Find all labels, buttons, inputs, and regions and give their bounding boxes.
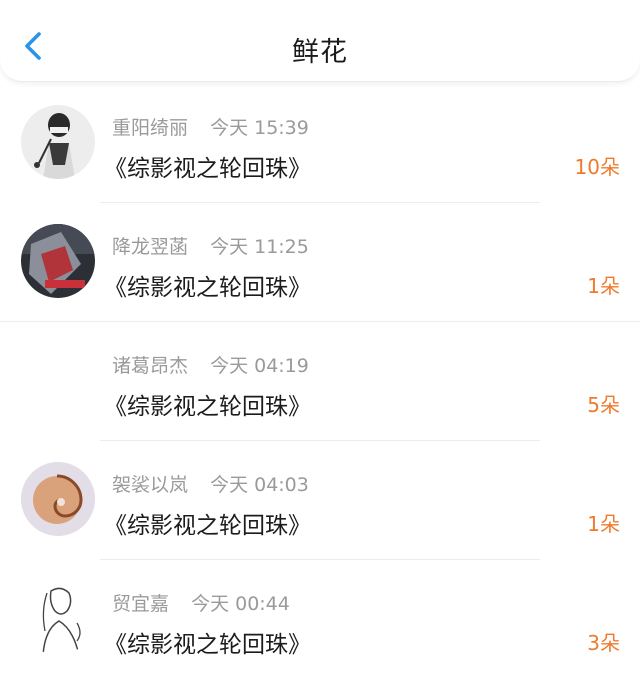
avatar[interactable]	[21, 224, 95, 298]
flower-count: 1朵	[587, 274, 620, 298]
user-name: 贸宜嘉	[112, 593, 170, 615]
book-title: 《综影视之轮回珠》	[104, 394, 311, 420]
user-name: 诸葛昂杰	[112, 355, 189, 377]
timestamp: 今天 15:39	[210, 117, 309, 139]
flower-count: 5朵	[587, 393, 620, 417]
flower-count: 10朵	[574, 155, 620, 179]
timestamp: 今天 11:25	[210, 236, 309, 258]
avatar[interactable]	[21, 581, 95, 655]
avatar[interactable]	[21, 462, 95, 536]
book-title: 《综影视之轮回珠》	[104, 156, 311, 182]
page-title: 鲜花	[292, 37, 348, 68]
timestamp: 今天 00:44	[191, 593, 290, 615]
flower-list: 重阳绮丽 今天 15:39 《综影视之轮回珠》 10朵 降龙翌菡 今天 11:2…	[0, 84, 640, 679]
avatar[interactable]	[21, 105, 95, 179]
list-item[interactable]: 袈裟以岚 今天 04:03 《综影视之轮回珠》 1朵	[0, 441, 640, 560]
list-item[interactable]: 重阳绮丽 今天 15:39 《综影视之轮回珠》 10朵	[0, 84, 640, 203]
user-name: 重阳绮丽	[112, 117, 189, 139]
book-title: 《综影视之轮回珠》	[104, 632, 311, 658]
user-name: 降龙翌菡	[112, 236, 189, 258]
timestamp: 今天 04:19	[210, 355, 309, 377]
avatar[interactable]	[21, 343, 95, 417]
flower-count: 1朵	[587, 512, 620, 536]
list-item[interactable]: 诸葛昂杰 今天 04:19 《综影视之轮回珠》 5朵	[0, 322, 640, 441]
flower-count: 3朵	[587, 631, 620, 655]
nav-bar: 鲜花	[0, 0, 640, 82]
list-item[interactable]: 贸宜嘉 今天 00:44 《综影视之轮回珠》 3朵	[0, 560, 640, 679]
list-item[interactable]: 降龙翌菡 今天 11:25 《综影视之轮回珠》 1朵	[0, 203, 640, 322]
timestamp: 今天 04:03	[210, 474, 309, 496]
book-title: 《综影视之轮回珠》	[104, 275, 311, 301]
user-name: 袈裟以岚	[112, 474, 189, 496]
book-title: 《综影视之轮回珠》	[104, 513, 311, 539]
